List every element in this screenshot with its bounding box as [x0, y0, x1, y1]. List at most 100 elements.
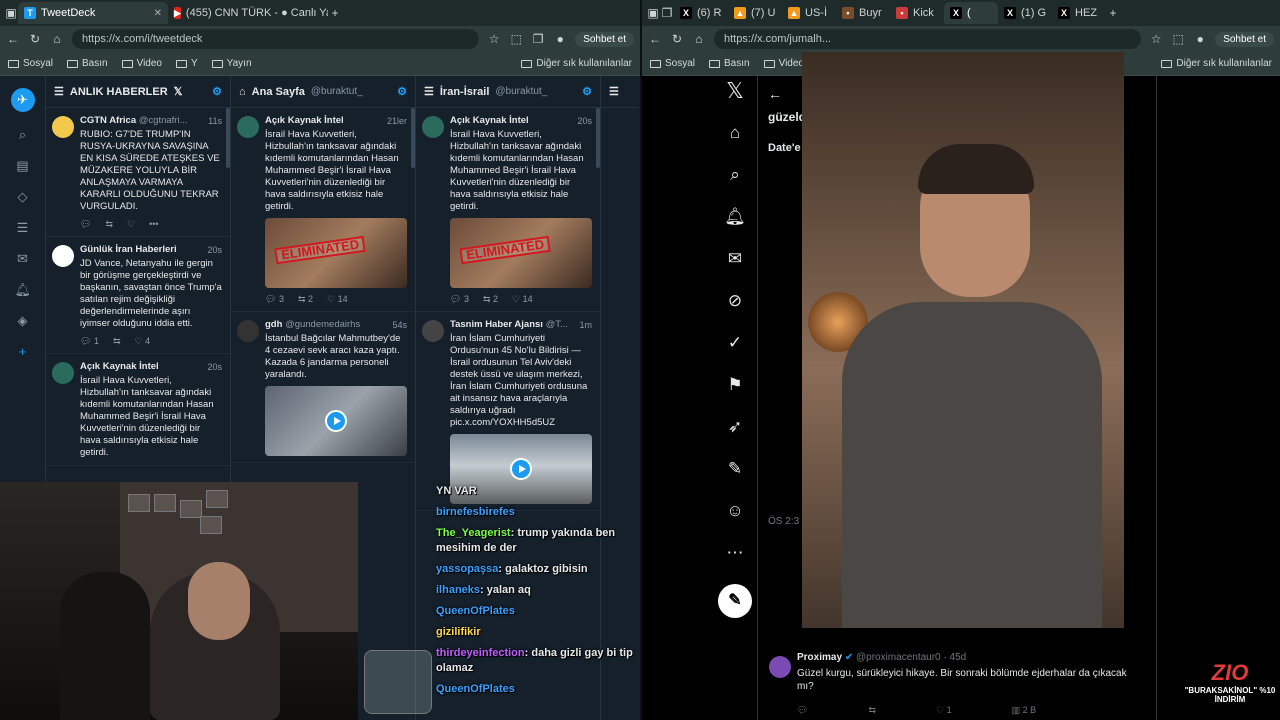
notifications-icon[interactable]: 🔔︎ [15, 282, 32, 298]
bookmark-folder-yayin[interactable]: Yayın [211, 58, 252, 69]
copilot-chat-button[interactable]: Sohbet et [1215, 31, 1274, 47]
reply-icon[interactable]: 💬︎ 3 [450, 293, 469, 305]
profile-icon[interactable]: ● [1193, 32, 1207, 46]
x-logo-icon[interactable]: 𝕏 [724, 80, 746, 102]
tab-3[interactable]: ▲ US-İ [782, 2, 836, 24]
column-header[interactable]: ☰ [601, 76, 639, 108]
new-tab-icon[interactable]: + [328, 6, 342, 20]
more-icon[interactable]: ••• [149, 218, 158, 230]
like-icon[interactable]: ♡ 4 [135, 335, 151, 347]
bookmark-folder-y[interactable]: Y [176, 58, 198, 69]
tab-5[interactable]: • Kick [890, 2, 944, 24]
more-icon[interactable]: ⋯ [724, 542, 746, 564]
bookmark-other-favorites[interactable]: Diğer sık kullanılanlar [1161, 58, 1272, 69]
bookmark-folder-sosyal[interactable]: Sosyal [8, 58, 53, 69]
messages-icon[interactable]: ✉ [15, 251, 31, 267]
play-icon[interactable] [510, 458, 532, 480]
column-settings-icon[interactable]: ⚙ [397, 85, 407, 98]
reply-tweet[interactable]: Proximay ✔ @proximacentaur0 · 45d Güzel … [757, 648, 1157, 716]
add-column-icon[interactable]: + [15, 344, 31, 360]
bookmark-folder-video[interactable]: Video [121, 58, 162, 69]
extensions-icon[interactable]: ⬚ [1171, 32, 1185, 46]
workspaces-icon[interactable]: ❐ [660, 6, 674, 20]
tab-actions-icon[interactable]: ▣ [646, 6, 660, 20]
collections-icon[interactable]: ❐ [531, 32, 545, 46]
favorite-star-icon[interactable]: ☆ [487, 32, 501, 46]
column-header[interactable]: ⌂ Ana Sayfa @buraktut_ ⚙ [231, 76, 415, 108]
reply-icon[interactable]: 💬︎ [797, 705, 808, 716]
tweetdeck-logo-icon[interactable]: ✈ [10, 88, 35, 112]
views-icon[interactable]: ▥ 2 B [1012, 705, 1037, 716]
play-icon[interactable] [325, 410, 347, 432]
retweet-icon[interactable]: ⇆ 2 [298, 293, 313, 305]
tab-tweetdeck[interactable]: T TweetDeck ✕ [18, 2, 168, 24]
tweet[interactable]: Günlük İran Haberleri 20s JD Vance, Neta… [46, 237, 230, 354]
tweet-image[interactable]: ELIMINATED [265, 218, 407, 288]
reply-icon[interactable]: 💬︎ [80, 218, 91, 230]
back-arrow-icon[interactable]: ← [768, 86, 782, 102]
retweet-icon[interactable]: ⇆ [868, 705, 876, 716]
reply-icon[interactable]: 💬︎ 3 [265, 293, 284, 305]
bookmark-other-favorites[interactable]: Diğer sık kullanılanlar [521, 58, 632, 69]
home-icon[interactable]: ⌂ [724, 122, 746, 144]
like-icon[interactable]: ♡ 1 [936, 705, 952, 716]
tab-4[interactable]: • Buyr [836, 2, 890, 24]
notifications-icon[interactable]: 🔔︎ [724, 206, 746, 228]
search-icon[interactable]: ⌕ [15, 127, 31, 143]
tab-2[interactable]: ▲ (7) U [728, 2, 782, 24]
reply-icon[interactable]: 💬︎ 1 [80, 335, 99, 347]
explore-icon[interactable]: ◇ [15, 189, 31, 205]
tweet-video[interactable] [265, 386, 407, 456]
home-column-icon[interactable]: ▤ [15, 158, 31, 174]
grok-icon[interactable]: ⊘ [724, 290, 746, 312]
bookmark-folder-sosyal[interactable]: Sosyal [650, 58, 695, 69]
tweet[interactable]: gdh @gundemedairhs 54s İstanbul Bağcılar… [231, 312, 415, 463]
extensions-icon[interactable]: ⬚ [509, 32, 523, 46]
bookmark-folder-basin[interactable]: Basın [67, 58, 108, 69]
profile-icon[interactable]: ● [553, 32, 567, 46]
post-button[interactable]: ✎ [718, 584, 752, 618]
messages-icon[interactable]: ✉ [724, 248, 746, 270]
copilot-chat-button[interactable]: Sohbet et [575, 31, 634, 47]
tweet-image[interactable]: ELIMINATED [450, 218, 592, 288]
reload-icon[interactable]: ↻ [28, 32, 42, 46]
like-icon[interactable]: ♡ 14 [327, 293, 348, 305]
retweet-icon[interactable]: ⇆ 2 [483, 293, 498, 305]
retweet-icon[interactable]: ⇆ [113, 335, 121, 347]
tab-actions-icon[interactable]: ▣ [4, 6, 18, 20]
column-settings-icon[interactable]: ⚙ [582, 85, 592, 98]
bookmark-folder-basin[interactable]: Basın [709, 58, 750, 69]
video-overlay[interactable] [802, 52, 1124, 628]
tweet[interactable]: Açık Kaynak İntel 20s İsrail Hava Kuvvet… [416, 108, 600, 312]
tab-7[interactable]: X (1) G [998, 2, 1052, 24]
favorite-star-icon[interactable]: ☆ [1149, 32, 1163, 46]
tab-6-active[interactable]: X( [944, 2, 998, 24]
reload-icon[interactable]: ↻ [670, 32, 684, 46]
new-tab-icon[interactable]: + [1106, 6, 1120, 20]
bookmark-folder-video[interactable]: Video [763, 58, 804, 69]
close-tab-icon[interactable]: ✕ [154, 8, 162, 19]
tweet[interactable]: Açık Kaynak İntel 21ler İsrail Hava Kuvv… [231, 108, 415, 312]
tweet[interactable]: CGTN Africa @cgtnafri... 11s RUBIO: G7'D… [46, 108, 230, 237]
home-icon[interactable]: ⌂ [50, 32, 64, 46]
lists-icon[interactable]: ☰ [15, 220, 31, 236]
tweet[interactable]: Tasnim Haber Ajansı @T... 1m İran İslam … [416, 312, 600, 511]
tab-1[interactable]: X (6) R [674, 2, 728, 24]
verified-icon[interactable]: ✓ [724, 332, 746, 354]
url-field[interactable]: https://x.com/i/tweetdeck [72, 29, 480, 49]
url-field[interactable]: https://x.com/jumalh... [714, 29, 1142, 49]
column-header[interactable]: ☰ ANLIK HABERLER 𝕏 ⚙ [46, 76, 230, 108]
back-icon[interactable]: ← [6, 32, 20, 46]
bookmarks-icon[interactable]: ⚑ [724, 374, 746, 396]
compose-icon[interactable]: ✎ [724, 458, 746, 480]
home-icon[interactable]: ⌂ [692, 32, 706, 46]
search-icon[interactable]: ⌕ [724, 164, 746, 186]
trending-icon[interactable]: ◈ [15, 313, 31, 329]
tab-cnn-turk[interactable]: ▶ (455) CNN TÜRK - ● Canlı Yayın ✕ [168, 2, 328, 24]
like-icon[interactable]: ♡ 14 [512, 293, 533, 305]
back-icon[interactable]: ← [648, 32, 662, 46]
profile-icon[interactable]: ☺ [724, 500, 746, 522]
retweet-icon[interactable]: ⇆ [105, 218, 113, 230]
like-icon[interactable]: ♡ [127, 218, 135, 230]
tab-8[interactable]: X HEZ [1052, 2, 1106, 24]
